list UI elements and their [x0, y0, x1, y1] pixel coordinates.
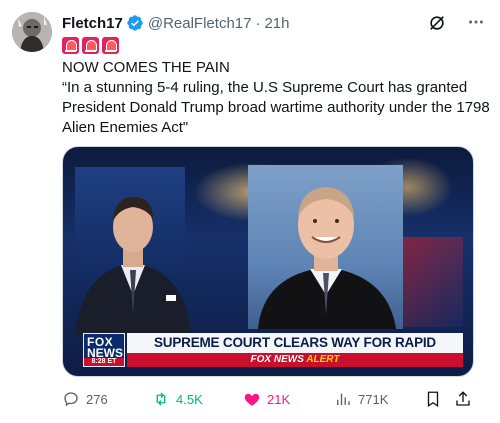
author-handle[interactable]: @RealFletch17: [148, 15, 252, 32]
ticker-brand: FOX NEWS: [250, 354, 304, 365]
siren-icon: [82, 37, 99, 54]
separator: ·: [255, 14, 261, 32]
news-headline: SUPREME COURT CLEARS WAY FOR RAPID DEPOR…: [127, 333, 463, 370]
ticker-alert: ALERT: [306, 354, 340, 365]
tweet-line-2: “In a stunning 5-4 ruling, the U.S Supre…: [62, 79, 490, 136]
share-icon: [456, 391, 470, 406]
tweet-header: Fletch17 @RealFletch17 · 21h: [62, 12, 488, 34]
tweet-line-1: NOW COMES THE PAIN: [62, 59, 230, 76]
repost-button[interactable]: 4.5K: [152, 388, 203, 410]
timestamp[interactable]: 21h: [264, 15, 289, 32]
author-name[interactable]: Fletch17: [62, 15, 123, 32]
verified-badge-icon: [126, 14, 144, 32]
news-lower-third: FOX NEWS 8:28 ET SUPREME COURT CLEARS WA…: [83, 333, 463, 370]
siren-icon: [62, 37, 79, 54]
views-icon: [337, 393, 350, 405]
tweet-actions: 276 4.5K 21K 771K: [62, 388, 482, 410]
views-button[interactable]: 771K: [334, 388, 388, 410]
fox-news-logo: FOX NEWS 8:28 ET: [83, 333, 125, 367]
news-alert-ticker: FOX NEWS ALERT: [127, 353, 463, 367]
repost-icon: [156, 392, 166, 406]
like-button[interactable]: 21K: [243, 388, 290, 410]
bookmark-icon: [427, 391, 439, 408]
studio-graphic: [403, 237, 463, 327]
avatar[interactable]: [12, 12, 52, 52]
grok-icon[interactable]: [428, 14, 446, 32]
reply-count: 276: [86, 391, 108, 407]
tweet-text: NOW COMES THE PAIN “In a stunning 5-4 ru…: [62, 58, 490, 138]
reply-icon: [64, 392, 78, 407]
bookmark-button[interactable]: [424, 388, 442, 410]
logo-time: 8:28 ET: [84, 358, 124, 366]
reply-button[interactable]: 276: [62, 388, 108, 410]
views-count: 771K: [358, 391, 389, 407]
like-icon: [244, 393, 260, 406]
judge-portrait: [248, 165, 403, 329]
siren-icon: [102, 37, 119, 54]
siren-emojis: [62, 37, 119, 54]
like-count: 21K: [267, 391, 291, 407]
anchor-figure: [76, 197, 191, 335]
more-icon[interactable]: [466, 13, 486, 33]
repost-count: 4.5K: [176, 391, 203, 407]
tweet-media-image[interactable]: FOX NEWS 8:28 ET SUPREME COURT CLEARS WA…: [62, 146, 474, 377]
share-button[interactable]: [454, 388, 472, 410]
